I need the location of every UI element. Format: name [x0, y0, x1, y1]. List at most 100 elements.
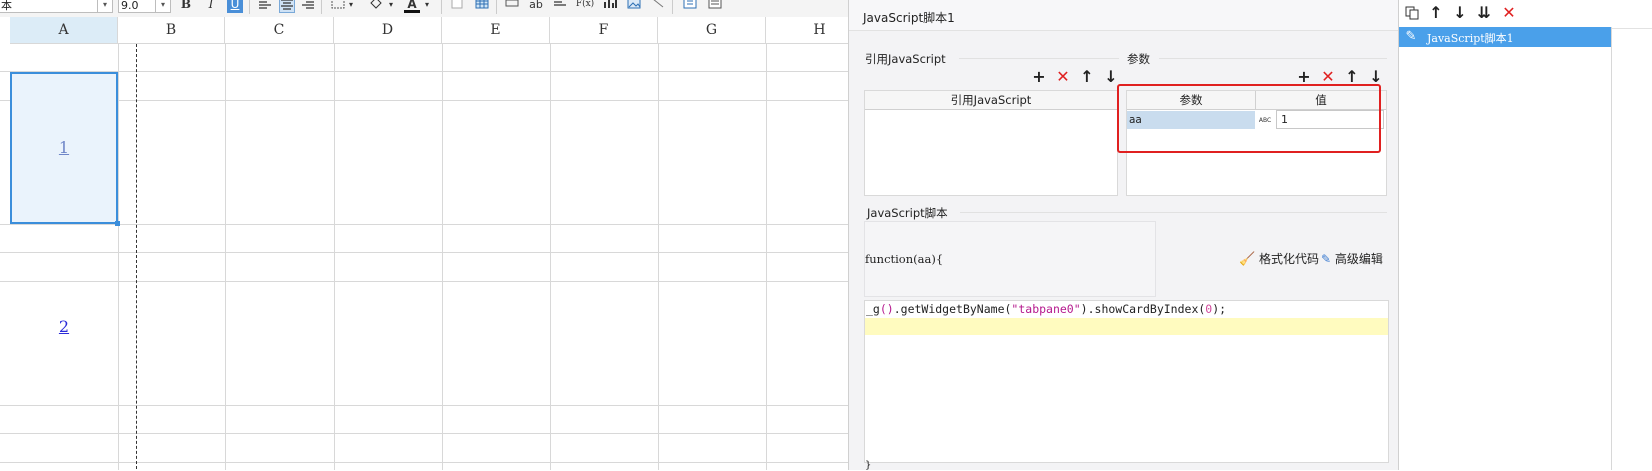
cell-icon[interactable]: [449, 0, 465, 13]
font-name-select[interactable]: 本: [0, 0, 98, 13]
table-icon[interactable]: [474, 0, 490, 13]
column-gridline: [550, 44, 551, 470]
script-label: JavaScript脚本: [867, 206, 948, 220]
font-size-value: 9.0: [121, 0, 139, 12]
copy-icon[interactable]: [1403, 5, 1421, 23]
current-line-highlight: [865, 318, 1388, 335]
move-up-icon[interactable]: ↑: [1427, 4, 1445, 22]
fill-color-dropdown-icon[interactable]: ▾: [386, 0, 396, 13]
row-gridline: [0, 224, 848, 225]
column-header-b[interactable]: B: [118, 17, 225, 44]
column-header-e[interactable]: E: [442, 17, 550, 44]
align-left-icon[interactable]: [257, 0, 273, 13]
code-token-string: "tabpane0": [1011, 302, 1081, 316]
border-dropdown-icon[interactable]: ▾: [346, 0, 356, 13]
paragraph-icon[interactable]: [552, 0, 568, 13]
column-gridline: [334, 44, 335, 470]
row-gridline: [0, 405, 848, 406]
align-right-icon[interactable]: [300, 0, 316, 13]
fill-color-icon[interactable]: [368, 0, 384, 13]
formatting-toolbar: 本 ▾ 9.0 ▾ B I U ▾ ▾ A ▾ ab F(x): [0, 0, 848, 18]
add-icon[interactable]: +: [1030, 68, 1048, 86]
font-size-select[interactable]: 9.0: [118, 0, 156, 13]
code-token-method2: ).showCardByIndex(: [1080, 302, 1206, 316]
font-name-value: 本: [1, 0, 12, 12]
code-token-end: );: [1212, 302, 1227, 316]
code-token-prefix: _g: [866, 302, 880, 316]
column-header-h[interactable]: H: [766, 17, 848, 44]
column-header-a[interactable]: A: [10, 17, 118, 44]
code-token-method: .getWidgetByName(: [893, 302, 1012, 316]
chart-icon[interactable]: [602, 0, 618, 13]
italic-button[interactable]: I: [203, 0, 219, 13]
javascript-event-dialog: JavaScript脚本1 引用JavaScript + ✕ ↑ ↓ 引用Jav…: [848, 0, 1399, 471]
delete-icon[interactable]: ✕: [1054, 68, 1072, 86]
delete-event-icon[interactable]: ✕: [1500, 4, 1518, 22]
code-token-parens: (): [879, 302, 894, 316]
function-signature: function(aa){: [865, 252, 944, 266]
text-button[interactable]: ab: [528, 0, 544, 13]
font-size-dropdown-icon[interactable]: ▾: [155, 0, 171, 13]
border-icon[interactable]: [330, 0, 346, 13]
row-gridline: [0, 252, 848, 253]
row-gridline: [0, 281, 848, 282]
font-color-dropdown-icon[interactable]: ▾: [422, 0, 432, 13]
cell-a1-link[interactable]: 1: [12, 138, 116, 157]
column-header-f[interactable]: F: [550, 17, 658, 44]
text-field-icon[interactable]: [504, 0, 520, 13]
column-header-g[interactable]: G: [658, 17, 766, 44]
highlight-rectangle: [1117, 84, 1381, 153]
underline-button[interactable]: U: [227, 0, 243, 13]
move-down-icon[interactable]: ↓: [1102, 68, 1120, 86]
column-gridline: [118, 44, 119, 470]
event-list-panel: ↑ ↓ ⇊ ✕ ✎ JavaScript脚本1: [1398, 0, 1652, 470]
move-down-icon[interactable]: ↓: [1451, 4, 1469, 22]
pencil-icon: ✎: [1405, 29, 1417, 44]
format-code-label: 格式化代码: [1259, 252, 1320, 266]
import-js-table[interactable]: 引用JavaScript: [864, 90, 1118, 196]
event-list-item[interactable]: ✎ JavaScript脚本1: [1399, 27, 1611, 47]
toolbar-separator: [672, 0, 673, 14]
cell-a2-link[interactable]: 2: [10, 317, 118, 336]
code-line-1: _g().getWidgetByName("tabpane0").showCar…: [866, 301, 1226, 318]
spreadsheet-grid: A B C D E F G H 1 2: [0, 17, 848, 470]
group-divider: [960, 212, 1387, 213]
import-js-column-header: 引用JavaScript: [865, 91, 1117, 110]
column-gridline: [442, 44, 443, 470]
advanced-edit-label: 高级编辑: [1334, 252, 1383, 266]
panel-divider: [1611, 27, 1612, 470]
form-icon[interactable]: [707, 0, 723, 13]
formula-button[interactable]: F(x): [574, 0, 596, 13]
row-gridline: [0, 71, 848, 72]
group-divider: [959, 58, 1119, 59]
report-icon[interactable]: [682, 0, 698, 13]
image-icon[interactable]: [626, 0, 642, 13]
selected-cell-a1[interactable]: 1: [10, 72, 120, 226]
column-header-c[interactable]: C: [225, 17, 334, 44]
import-js-label: 引用JavaScript: [865, 52, 946, 66]
edit-icon: ✎: [1321, 252, 1332, 266]
event-item-label: JavaScript脚本1: [1427, 32, 1514, 45]
closing-brace: }: [865, 460, 872, 471]
format-code-button[interactable]: 🧹 格式化代码: [1239, 250, 1319, 267]
bold-button[interactable]: B: [178, 0, 194, 13]
font-color-button[interactable]: A: [404, 0, 420, 13]
group-divider: [1159, 58, 1387, 59]
column-gridline: [766, 44, 767, 470]
column-gridline: [658, 44, 659, 470]
advanced-edit-button[interactable]: ✎ 高级编辑: [1321, 250, 1383, 267]
font-name-dropdown-icon[interactable]: ▾: [97, 0, 113, 13]
toolbar-separator: [249, 0, 250, 14]
params-label: 参数: [1127, 52, 1150, 66]
fill-handle[interactable]: [115, 221, 120, 226]
slash-icon[interactable]: [650, 0, 666, 13]
toolbar-separator: [496, 0, 497, 14]
move-to-bottom-icon[interactable]: ⇊: [1475, 4, 1493, 22]
align-center-icon[interactable]: [279, 0, 295, 13]
column-gridline: [225, 44, 226, 470]
code-editor[interactable]: _g().getWidgetByName("tabpane0").showCar…: [864, 300, 1389, 463]
row-gridline: [0, 433, 848, 434]
dialog-title: JavaScript脚本1: [863, 11, 955, 25]
move-up-icon[interactable]: ↑: [1078, 68, 1096, 86]
column-header-d[interactable]: D: [334, 17, 442, 44]
